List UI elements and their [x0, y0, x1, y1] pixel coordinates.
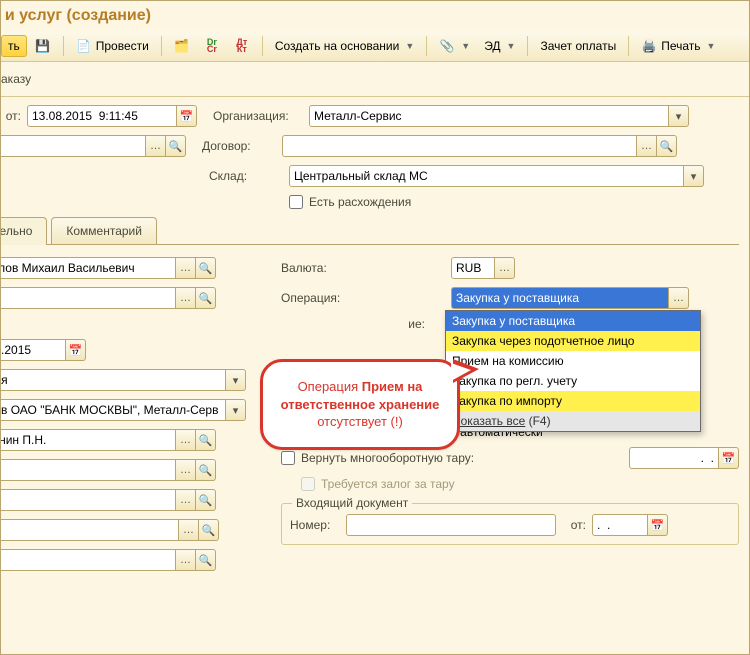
ellipsis-icon[interactable]: … [495, 257, 515, 279]
chevron-down-icon: ▼ [405, 41, 414, 51]
warehouse-label: Склад: [209, 169, 283, 183]
calendar-icon[interactable]: 📅 [177, 105, 197, 127]
tax-label: ие: [395, 317, 425, 331]
post-button[interactable]: 📄Провести [70, 35, 155, 57]
ellipsis-icon[interactable]: … [176, 257, 196, 279]
search-icon[interactable]: 🔍 [199, 519, 219, 541]
dropdown-item[interactable]: Прием на комиссию [446, 351, 700, 371]
search-icon[interactable]: 🔍 [196, 489, 216, 511]
date-input[interactable] [27, 105, 177, 127]
dropdown-show-all[interactable]: Показать все (F4) [446, 411, 700, 431]
search-icon[interactable]: 🔍 [196, 287, 216, 309]
calendar-icon[interactable]: 📅 [719, 447, 739, 469]
search-icon[interactable]: 🔍 [166, 135, 186, 157]
dropdown-icon[interactable]: ▾ [226, 369, 246, 391]
dropdown-icon[interactable]: ▾ [226, 399, 246, 421]
attachments-button[interactable]: 📎▼ [433, 35, 476, 57]
record-close-button[interactable]: ть [1, 35, 27, 57]
payment-offset-button[interactable]: Зачет оплаты [534, 36, 622, 56]
drcr-button[interactable]: DrCr [198, 35, 226, 57]
contract-input[interactable] [282, 135, 637, 157]
operation-label: Операция: [281, 291, 361, 305]
department-input[interactable] [0, 287, 176, 309]
org-label: Организация: [213, 109, 303, 123]
dtkt-button[interactable]: ДтКт [228, 35, 256, 57]
ellipsis-icon[interactable]: … [176, 549, 196, 571]
post-icon: 📄 [76, 38, 92, 54]
dtkt-icon: ДтКт [234, 38, 250, 54]
search-icon[interactable]: 🔍 [196, 549, 216, 571]
extra1-input[interactable] [0, 459, 176, 481]
require-deposit-checkbox: Требуется залог за тару [301, 477, 455, 491]
tab-comment[interactable]: Комментарий [51, 217, 157, 244]
tab-additional[interactable]: Дополнительно [0, 217, 47, 244]
contract-label: Договор: [202, 139, 276, 153]
doc-number-input[interactable] [346, 514, 556, 536]
toolbar: ть 💾 📄Провести 🗂️ DrCr ДтКт Создать на о… [0, 31, 749, 62]
structure-icon: 🗂️ [174, 38, 190, 54]
print-button[interactable]: 🖨️Печать▼ [635, 35, 721, 57]
from-label-2: от: [562, 518, 586, 532]
page-title: ров и услуг (создание) [0, 7, 749, 25]
structure-button[interactable]: 🗂️ [168, 35, 196, 57]
ellipsis-icon[interactable]: … [146, 135, 166, 157]
attachments-icon: 📎 [439, 38, 455, 54]
contact-input[interactable] [0, 429, 176, 451]
dropdown-item[interactable]: Закупка по регл. учету [446, 371, 700, 391]
chevron-down-icon: ▼ [707, 41, 716, 51]
tare-date-input[interactable] [629, 447, 719, 469]
warehouse-input[interactable] [289, 165, 684, 187]
consumer-input[interactable] [0, 519, 179, 541]
ellipsis-icon[interactable]: … [176, 429, 196, 451]
callout: Операция Прием на ответственное хранение… [260, 359, 460, 450]
ellipsis-icon[interactable]: … [637, 135, 657, 157]
save-icon: 💾 [35, 38, 51, 54]
ellipsis-icon[interactable]: … [176, 489, 196, 511]
search-icon[interactable]: 🔍 [196, 429, 216, 451]
date2-input[interactable] [0, 339, 66, 361]
operation-input[interactable] [451, 287, 669, 309]
ellipsis-icon[interactable]: … [179, 519, 199, 541]
dropdown-item[interactable]: Закупка через подотчетное лицо [446, 331, 700, 351]
operation-dropdown[interactable]: Закупка у поставщика Закупка через подот… [445, 310, 701, 432]
currency-label: Валюта: [281, 261, 361, 275]
currency-input[interactable] [451, 257, 495, 279]
create-based-on-button[interactable]: Создать на основании▼ [269, 36, 420, 56]
dropdown-item[interactable]: Закупка по импорту [446, 391, 700, 411]
order-link[interactable]: аказу [1, 72, 31, 86]
doc-date-input[interactable] [592, 514, 648, 536]
chevron-down-icon: ▼ [461, 41, 470, 51]
discrepancy-checkbox[interactable]: Есть расхождения [289, 195, 411, 209]
return-tare-checkbox[interactable]: Вернуть многооборотную тару: [281, 451, 474, 465]
chevron-down-icon: ▼ [507, 41, 516, 51]
ed-button[interactable]: ЭД▼ [478, 36, 521, 56]
calendar-icon[interactable]: 📅 [648, 514, 668, 536]
incoming-doc-legend: Входящий документ [292, 496, 412, 510]
bank-account-input[interactable] [0, 399, 226, 421]
dropdown-icon[interactable]: ▾ [684, 165, 704, 187]
extra2-input[interactable] [0, 489, 176, 511]
dropdown-item[interactable]: Закупка у поставщика [446, 311, 700, 331]
save-button[interactable]: 💾 [29, 35, 57, 57]
drcr-icon: DrCr [204, 38, 220, 54]
any-input[interactable] [0, 369, 226, 391]
dropdown-icon[interactable]: ▾ [669, 105, 689, 127]
number-label: Номер: [290, 518, 340, 532]
from-label: от: [0, 109, 21, 123]
ellipsis-icon[interactable]: … [669, 287, 689, 309]
print-icon: 🖨️ [641, 38, 657, 54]
ellipsis-icon[interactable]: … [176, 287, 196, 309]
counterparty-input[interactable] [0, 135, 146, 157]
extra3-input[interactable] [0, 549, 176, 571]
organization-input[interactable] [309, 105, 669, 127]
search-icon[interactable]: 🔍 [196, 257, 216, 279]
search-icon[interactable]: 🔍 [657, 135, 677, 157]
calendar-icon[interactable]: 📅 [66, 339, 86, 361]
manager-input[interactable] [0, 257, 176, 279]
ellipsis-icon[interactable]: … [176, 459, 196, 481]
search-icon[interactable]: 🔍 [196, 459, 216, 481]
